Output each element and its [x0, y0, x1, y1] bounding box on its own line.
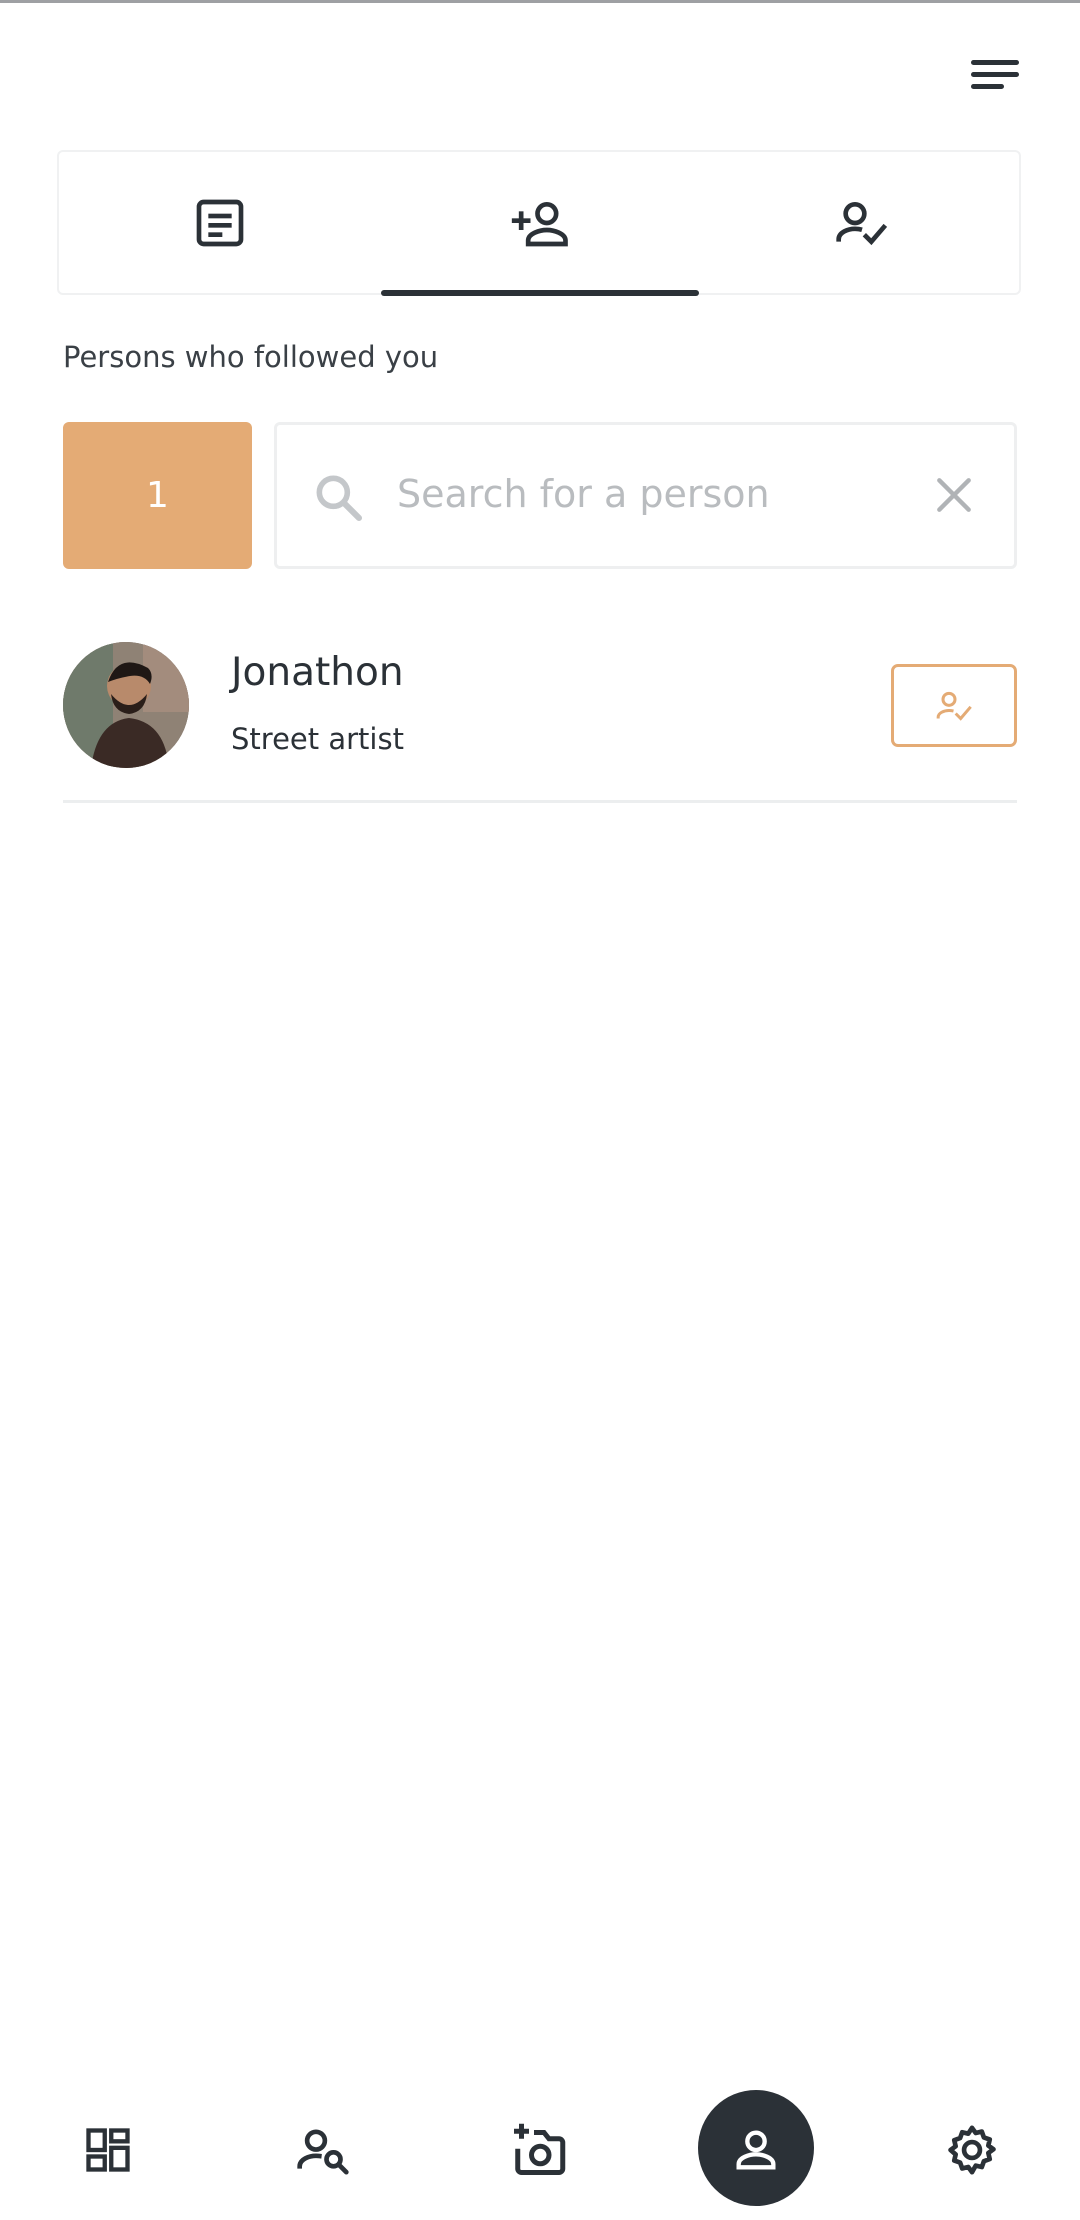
section-label: Persons who followed you [63, 340, 439, 374]
clear-search-icon[interactable] [932, 473, 976, 517]
person-check-icon [936, 691, 972, 721]
person-name: Jonathon [231, 650, 404, 695]
top-border [0, 0, 1080, 3]
person-role: Street artist [231, 722, 404, 756]
dashboard-icon [86, 2128, 130, 2172]
tab-followers[interactable] [380, 152, 701, 293]
avatar [63, 642, 189, 768]
nav-settings[interactable] [912, 2080, 1032, 2220]
tab-following[interactable] [701, 152, 1022, 293]
follow-status-button[interactable] [891, 664, 1017, 747]
person-add-icon [511, 201, 568, 246]
nav-add-photo[interactable] [479, 2080, 599, 2220]
list-divider [63, 800, 1017, 803]
add-photo-icon [514, 2123, 566, 2175]
search-box [274, 422, 1017, 569]
tab-posts[interactable] [59, 152, 380, 293]
bottom-navigation [0, 2080, 1080, 2220]
follower-count-badge: 1 [63, 422, 252, 569]
nav-search-people[interactable] [263, 2080, 383, 2220]
tab-bar [57, 150, 1021, 295]
profile-icon [736, 2130, 776, 2170]
search-icon [316, 475, 363, 522]
person-list-item[interactable]: Jonathon Street artist [63, 640, 1017, 802]
posts-icon [196, 199, 243, 246]
search-input[interactable] [397, 469, 877, 519]
settings-icon [948, 2125, 996, 2175]
person-search-icon [297, 2129, 349, 2175]
menu-button[interactable] [960, 50, 1030, 100]
active-tab-indicator [381, 290, 699, 296]
nav-dashboard[interactable] [48, 2080, 168, 2220]
nav-profile[interactable] [696, 2080, 816, 2220]
hamburger-menu-icon [971, 60, 1019, 89]
person-check-icon [835, 201, 887, 245]
